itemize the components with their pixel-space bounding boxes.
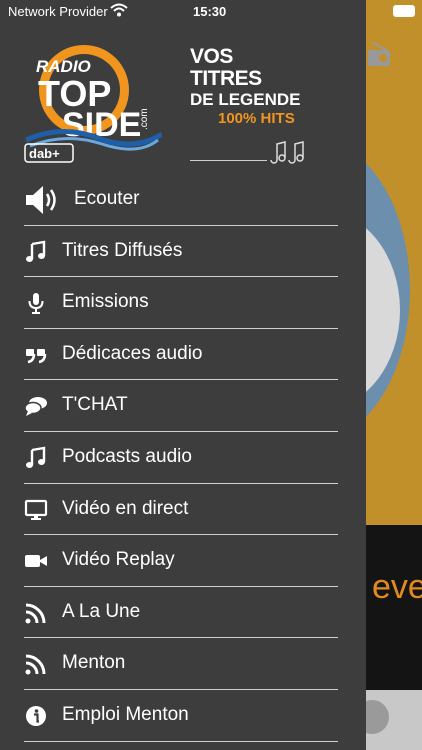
monitor-icon [24, 499, 48, 520]
drawer-menu: Ecouter Titres Diffusés Emissions Dédica… [0, 174, 366, 742]
menu-item-video-en-direct[interactable]: Vidéo en direct [0, 484, 366, 536]
rss-icon [25, 603, 46, 624]
menu-label: T'CHAT [62, 394, 128, 416]
menu-item-titres-diffuses[interactable]: Titres Diffusés [0, 226, 366, 278]
rss-icon [25, 654, 46, 675]
menu-label: Emploi Menton [62, 703, 189, 725]
slogan: VOS TITRES DE LEGENDE 100% HITS [190, 46, 302, 128]
menu-item-menton[interactable]: Menton [0, 638, 366, 690]
menu-label: Menton [62, 652, 126, 674]
chat-icon [24, 397, 47, 417]
menu-item-tchat[interactable]: T'CHAT [0, 380, 366, 432]
microphone-icon [28, 293, 44, 315]
menu-label: Vidéo en direct [62, 497, 189, 519]
music-notes-icon [270, 141, 304, 164]
menu-item-a-la-une[interactable]: A La Une [0, 587, 366, 639]
battery-icon [393, 5, 415, 17]
clock: 15:30 [193, 4, 227, 19]
speaker-icon [26, 186, 56, 214]
slogan-line-3: 100% HITS [218, 110, 295, 127]
wifi-icon [110, 3, 128, 17]
side-drawer: Network Provider 15:30 RADIO TOP SIDE .c… [0, 0, 366, 750]
slogan-line-2: DE LEGENDE [190, 90, 301, 109]
carrier-label: Network Provider [8, 4, 108, 19]
menu-item-emissions[interactable]: Emissions [0, 277, 366, 329]
menu-item-ecouter[interactable]: Ecouter [0, 174, 366, 226]
slogan-divider [190, 160, 267, 161]
slogan-line-1: VOS TITRES [190, 45, 262, 90]
music-note-icon [26, 446, 46, 468]
svg-text:dab+: dab+ [29, 146, 60, 161]
video-camera-icon [25, 555, 47, 568]
background-banner-text: eve [372, 568, 422, 606]
menu-item-emploi-menton[interactable]: Emploi Menton [0, 690, 366, 742]
menu-label: Vidéo Replay [62, 549, 175, 571]
menu-item-dedicaces-audio[interactable]: Dédicaces audio [0, 329, 366, 381]
menu-label: Dédicaces audio [62, 342, 203, 364]
radio-icon[interactable] [366, 40, 392, 70]
radio-topside-logo: RADIO TOP SIDE .com dab+ [24, 45, 162, 163]
status-bar: Network Provider 15:30 [0, 0, 366, 22]
menu-item-podcasts-audio[interactable]: Podcasts audio [0, 432, 366, 484]
music-note-icon [26, 240, 46, 262]
menu-label: Ecouter [74, 188, 140, 209]
menu-label: Titres Diffusés [62, 239, 183, 261]
menu-label: Emissions [62, 291, 149, 313]
svg-text:.com: .com [139, 108, 150, 130]
info-icon [26, 705, 46, 726]
quote-icon [26, 348, 47, 364]
menu-divider [24, 740, 338, 742]
menu-item-video-replay[interactable]: Vidéo Replay [0, 535, 366, 587]
menu-label: Podcasts audio [62, 445, 192, 467]
menu-label: A La Une [62, 600, 141, 622]
